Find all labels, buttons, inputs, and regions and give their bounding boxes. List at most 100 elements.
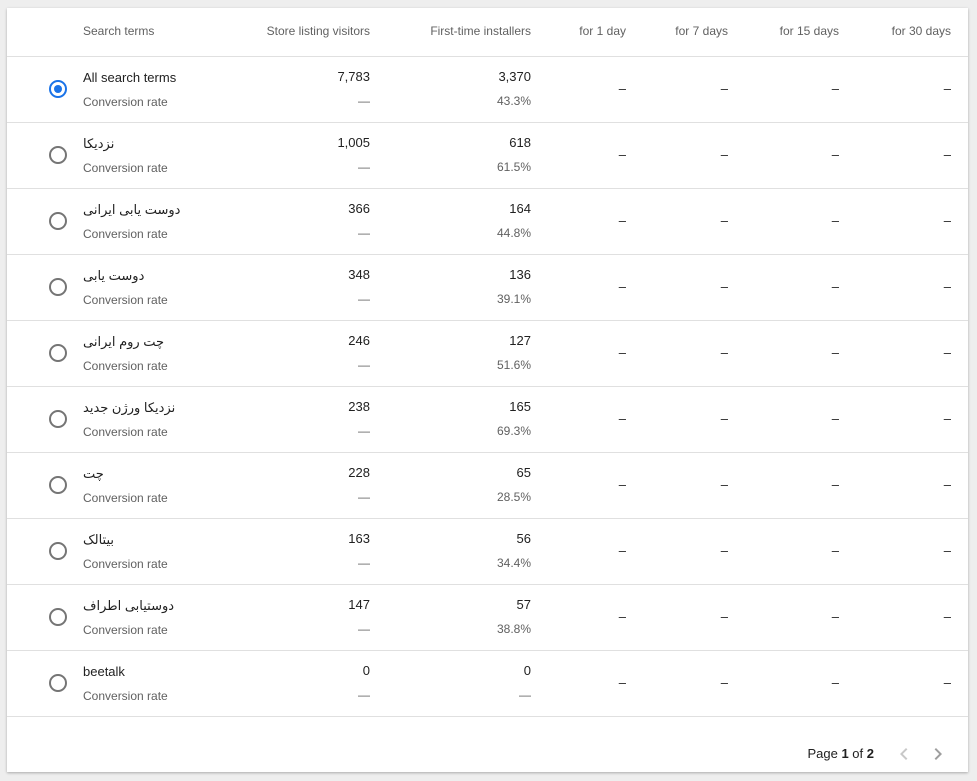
first-time-installers-value: 127 — [509, 333, 531, 348]
first-time-installers-value: 3,370 — [498, 69, 531, 84]
retained-30-days-value: – — [943, 477, 951, 492]
store-listing-visitors-conversion: — — [358, 292, 370, 306]
row-radio-button[interactable] — [49, 80, 67, 98]
row-radio-button[interactable] — [49, 410, 67, 428]
table-row[interactable]: نزدیکا Conversion rate 1,005 — 618 61.5% – – – – — [7, 123, 968, 189]
table-row[interactable]: چت Conversion rate 228 — 65 28.5% – – – – — [7, 453, 968, 519]
first-time-installers-value: 57 — [516, 597, 531, 612]
column-header-store-listing-visitors[interactable]: Store listing visitors — [267, 24, 370, 38]
table-row[interactable]: دوستیابی اطراف Conversion rate 147 — 57 38.8%… — [7, 585, 968, 651]
conversion-rate-value: 39.1% — [496, 292, 531, 306]
row-radio-button[interactable] — [49, 278, 67, 296]
first-time-installers-value: 65 — [516, 465, 531, 480]
table-header: Search terms Store listing visitors Firs… — [7, 8, 968, 57]
total-pages: 2 — [866, 746, 874, 761]
store-listing-visitors-conversion: — — [358, 358, 370, 372]
store-listing-visitors-value: 7,783 — [337, 69, 370, 84]
column-header-first-time-installers[interactable]: First-time installers — [430, 24, 531, 38]
store-listing-visitors-value: 228 — [348, 465, 370, 480]
row-radio-button[interactable] — [49, 608, 67, 626]
retained-30-days-value: – — [943, 543, 951, 558]
row-radio-button[interactable] — [49, 674, 67, 692]
row-radio-button[interactable] — [49, 212, 67, 230]
retained-1-day-value: – — [618, 411, 626, 426]
conversion-rate-label: Conversion rate — [83, 227, 168, 241]
table-row[interactable]: بیتالک Conversion rate 163 — 56 34.4% – – – – — [7, 519, 968, 585]
store-listing-visitors-conversion: — — [358, 556, 370, 570]
search-term: نزدیکا — [83, 136, 115, 151]
search-term: چت — [83, 466, 104, 481]
table-footer: Page 1 of 2 — [7, 717, 968, 772]
conversion-rate-label: Conversion rate — [83, 293, 168, 307]
column-header-for-7-days[interactable]: for 7 days — [675, 24, 728, 38]
retained-7-days-value: – — [720, 675, 728, 690]
retained-30-days-value: – — [943, 213, 951, 228]
chevron-left-icon — [900, 748, 908, 760]
row-radio-button[interactable] — [49, 146, 67, 164]
retained-7-days-value: – — [720, 477, 728, 492]
conversion-rate-label: Conversion rate — [83, 491, 168, 505]
retained-15-days-value: – — [831, 345, 839, 360]
column-header-for-30-days[interactable]: for 30 days — [892, 24, 951, 38]
row-radio-button[interactable] — [49, 542, 67, 560]
retained-15-days-value: – — [831, 411, 839, 426]
retained-7-days-value: – — [720, 609, 728, 624]
table-row[interactable]: چت روم ایرانی Conversion rate 246 — 127 51.6%… — [7, 321, 968, 387]
table-row[interactable]: نزدیکا ورژن جدید Conversion rate 238 — 165 69… — [7, 387, 968, 453]
retained-15-days-value: – — [831, 279, 839, 294]
retained-15-days-value: – — [831, 213, 839, 228]
retained-7-days-value: – — [720, 411, 728, 426]
retained-30-days-value: – — [943, 411, 951, 426]
current-page: 1 — [841, 746, 849, 761]
page-label: Page — [807, 746, 838, 761]
store-listing-visitors-conversion: — — [358, 424, 370, 438]
table-row[interactable]: All search terms Conversion rate 7,783 — 3,3… — [7, 57, 968, 123]
conversion-rate-label: Conversion rate — [83, 689, 168, 703]
conversion-rate-value: 44.8% — [496, 226, 531, 240]
retained-1-day-value: – — [618, 477, 626, 492]
search-term: دوست یابی — [83, 268, 145, 283]
column-header-for-15-days[interactable]: for 15 days — [780, 24, 839, 38]
retained-7-days-value: – — [720, 81, 728, 96]
retained-15-days-value: – — [831, 477, 839, 492]
store-listing-visitors-conversion: — — [358, 490, 370, 504]
search-term: دوستیابی اطراف — [83, 598, 175, 613]
retained-30-days-value: – — [943, 81, 951, 96]
first-time-installers-value: 0 — [523, 663, 531, 678]
row-radio-button[interactable] — [49, 476, 67, 494]
search-terms-table-card: Search terms Store listing visitors Firs… — [7, 8, 968, 772]
conversion-rate-label: Conversion rate — [83, 359, 168, 373]
first-time-installers-value: 56 — [516, 531, 531, 546]
retained-30-days-value: – — [943, 147, 951, 162]
retained-30-days-value: – — [943, 345, 951, 360]
retained-1-day-value: – — [618, 147, 626, 162]
search-term: نزدیکا ورژن جدید — [83, 400, 176, 415]
table-row[interactable]: دوست یابی Conversion rate 348 — 136 39.1% – – – – — [7, 255, 968, 321]
store-listing-visitors-conversion: — — [358, 160, 370, 174]
of-label: of — [852, 746, 864, 761]
retained-1-day-value: – — [618, 81, 626, 96]
search-term: چت روم ایرانی — [83, 334, 165, 349]
store-listing-visitors-value: 147 — [348, 597, 370, 612]
retained-7-days-value: – — [720, 147, 728, 162]
previous-page-button[interactable] — [892, 742, 916, 766]
conversion-rate-label: Conversion rate — [83, 425, 168, 439]
table-row[interactable]: beetalk Conversion rate 0 — 0 — – – – – — [7, 651, 968, 717]
store-listing-visitors-value: 348 — [348, 267, 370, 282]
retained-1-day-value: – — [618, 345, 626, 360]
retained-1-day-value: – — [618, 609, 626, 624]
column-header-search-terms[interactable]: Search terms — [83, 24, 154, 38]
conversion-rate-value: — — [519, 688, 531, 702]
conversion-rate-label: Conversion rate — [83, 623, 168, 637]
retained-7-days-value: – — [720, 279, 728, 294]
search-term: All search terms — [83, 70, 177, 85]
store-listing-visitors-value: 163 — [348, 531, 370, 546]
row-radio-button[interactable] — [49, 344, 67, 362]
table-row[interactable]: دوست یابی ایرانی Conversion rate 366 — 164 44… — [7, 189, 968, 255]
retained-7-days-value: – — [720, 213, 728, 228]
store-listing-visitors-conversion: — — [358, 688, 370, 702]
next-page-button[interactable] — [926, 742, 950, 766]
retained-15-days-value: – — [831, 543, 839, 558]
conversion-rate-label: Conversion rate — [83, 161, 168, 175]
column-header-for-1-day[interactable]: for 1 day — [579, 24, 626, 38]
